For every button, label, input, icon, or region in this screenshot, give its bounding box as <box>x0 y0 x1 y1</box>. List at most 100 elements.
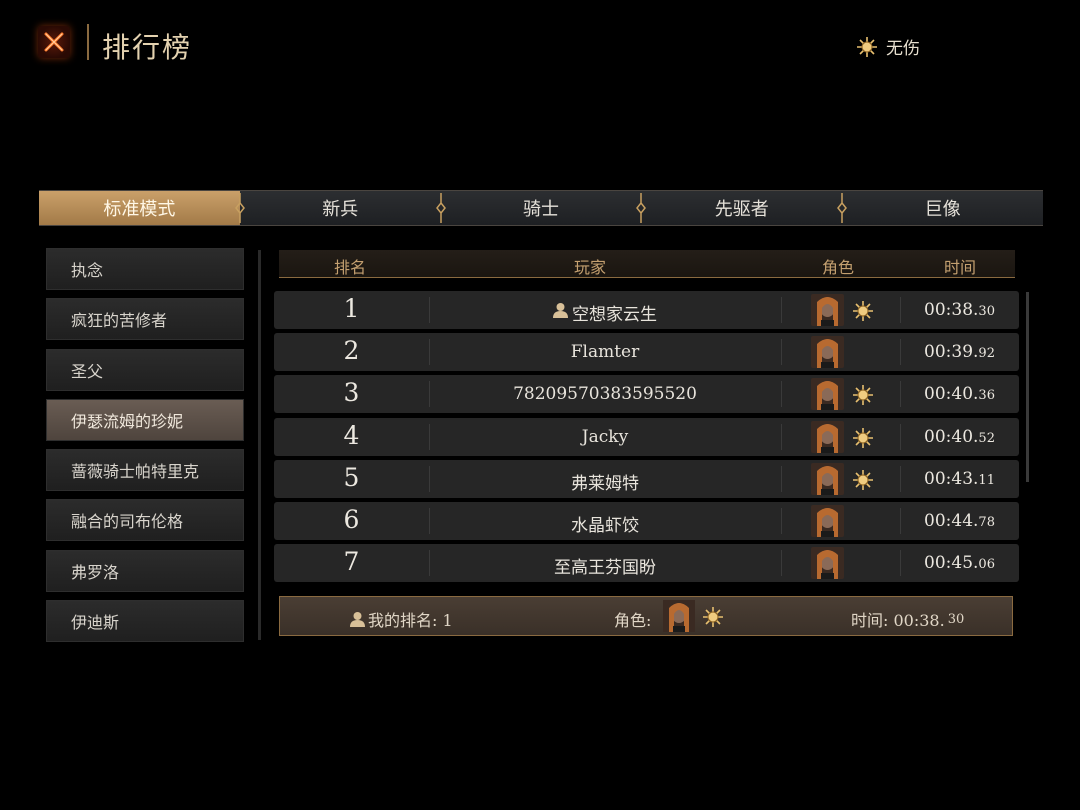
clear-time: 00:39.92 <box>900 342 1019 362</box>
boss-item-label: 蔷薇骑士帕特里克 <box>71 462 200 482</box>
time-ms: 78 <box>978 514 995 530</box>
player-name-cell: Flamter <box>429 342 781 362</box>
time-main: 00:38. <box>924 300 979 320</box>
leaderboard-row[interactable]: 4 Jacky 00:40.52 <box>274 417 1019 456</box>
boss-item-label: 伊瑟流姆的珍妮 <box>71 411 184 431</box>
tab-recruit[interactable]: 新兵 <box>240 191 446 225</box>
boss-item-label: 疯狂的苦修者 <box>71 311 168 331</box>
leaderboard-rows: 1 空想家云生 00:38.30 2 Flamter 00:39.92 3 782095703… <box>274 291 1019 586</box>
no-hit-label: 无伤 <box>886 39 920 59</box>
time-ms: 06 <box>978 557 995 573</box>
boss-item-holy-father[interactable]: 圣父 <box>46 348 244 391</box>
leaderboard-row[interactable]: 6 水晶虾饺 00:44.78 <box>274 501 1019 540</box>
character-portrait <box>811 547 844 580</box>
boss-list-scrollbar[interactable] <box>258 250 261 640</box>
leaderboard-row[interactable]: 7 至高王芬国盼 00:45.06 <box>274 544 1019 583</box>
column-header-rank: 排名 <box>334 258 367 277</box>
boss-item-label: 执念 <box>71 261 104 280</box>
player-name-cell: 弗莱姆特 <box>429 469 781 494</box>
column-header-time: 时间 <box>944 258 977 277</box>
tab-standard-mode[interactable]: 标准模式 <box>39 191 245 225</box>
boss-item-rose-knight-patrick[interactable]: 蔷薇骑士帕特里克 <box>46 449 244 492</box>
player-name-cell: 78209570383595520 <box>429 384 781 404</box>
clear-time: 00:40.36 <box>900 384 1019 404</box>
boss-item-edith[interactable]: 伊迪斯 <box>46 600 244 643</box>
tab-colossus[interactable]: 巨像 <box>842 191 1043 225</box>
tab-separator-ornament <box>234 193 245 223</box>
leaderboard-row[interactable]: 2 Flamter 00:39.92 <box>274 333 1019 372</box>
clear-time: 00:40.52 <box>900 427 1019 447</box>
boss-item-jenny[interactable]: 伊瑟流姆的珍妮 <box>46 398 244 441</box>
tab-separator-ornament <box>837 193 848 223</box>
no-hit-sun-icon <box>852 384 874 410</box>
time-ms: 52 <box>978 430 995 446</box>
boss-item-frollo[interactable]: 弗罗洛 <box>46 549 244 592</box>
player-name: Flamter <box>570 342 640 363</box>
time-ms: 11 <box>978 472 995 488</box>
my-rank: 我的排名: 1 <box>350 607 453 631</box>
boss-item-label: 弗罗洛 <box>71 562 120 582</box>
difficulty-tabs: 标准模式 新兵 骑士 先驱者 巨像 <box>39 190 1043 226</box>
rank-number: 3 <box>343 378 360 408</box>
column-divider <box>781 339 782 366</box>
rank-number: 2 <box>343 336 360 366</box>
no-hit-sun-icon <box>852 300 874 326</box>
character-portrait <box>811 420 844 453</box>
player-name-cell: 空想家云生 <box>429 300 781 325</box>
column-divider <box>781 297 782 323</box>
no-hit-sun-icon <box>703 607 723 627</box>
player-name: 水晶虾饺 <box>571 515 639 536</box>
character-portrait <box>811 294 844 326</box>
leaderboard-row[interactable]: 3 78209570383595520 00:40.36 <box>274 375 1019 414</box>
clear-time: 00:44.78 <box>900 511 1019 531</box>
time-main: 00:40. <box>924 426 979 447</box>
player-name: 78209570383595520 <box>513 384 697 405</box>
person-icon <box>350 612 365 627</box>
time-ms: 36 <box>978 388 995 404</box>
boss-item-mad-ascetic[interactable]: 疯狂的苦修者 <box>46 298 244 341</box>
boss-item-obsession[interactable]: 执念 <box>46 248 244 290</box>
sun-emblem-icon <box>857 36 877 57</box>
leaderboard-row[interactable]: 5 弗莱姆特 00:43.11 <box>274 459 1019 498</box>
character-portrait <box>811 462 844 495</box>
page-title: 排行榜 <box>102 31 193 64</box>
clear-time: 00:43.11 <box>900 469 1019 489</box>
no-hit-sun-icon <box>852 427 874 453</box>
my-time-label: 时间: 00:38. <box>851 611 945 630</box>
player-name-cell: 水晶虾饺 <box>429 511 781 536</box>
tab-vanguard[interactable]: 先驱者 <box>641 191 848 225</box>
column-header-player: 玩家 <box>574 258 607 277</box>
boss-list: 执念 疯狂的苦修者 圣父 伊瑟流姆的珍妮 蔷薇骑士帕特里克 融合的司布伦格 弗罗… <box>46 248 244 650</box>
rank-number: 5 <box>343 462 360 492</box>
tab-separator-ornament <box>636 193 647 223</box>
my-rank-label: 我的排名: 1 <box>368 611 453 630</box>
rank-number: 7 <box>343 547 360 577</box>
tab-label: 先驱者 <box>714 199 769 220</box>
boss-item-label: 融合的司布伦格 <box>71 512 184 532</box>
no-hit-sun-icon <box>852 469 874 495</box>
player-name: Jacky <box>581 426 629 447</box>
tab-knight[interactable]: 骑士 <box>441 191 647 225</box>
character-portrait <box>811 378 844 411</box>
player-name-cell: Jacky <box>429 427 781 447</box>
boss-item-fused-sprenger[interactable]: 融合的司布伦格 <box>46 499 244 542</box>
time-main: 00:43. <box>924 468 979 489</box>
leaderboard-scrollbar[interactable] <box>1026 292 1029 482</box>
rank-number: 4 <box>343 420 360 450</box>
tab-label: 巨像 <box>924 199 961 220</box>
column-divider <box>781 423 782 450</box>
rank-number: 1 <box>343 294 360 323</box>
my-time: 时间: 00:38. 30 <box>851 607 964 631</box>
clear-time: 00:38.30 <box>900 300 1019 320</box>
player-name: 空想家云生 <box>572 305 657 325</box>
time-main: 00:39. <box>924 342 979 363</box>
column-divider <box>781 550 782 577</box>
column-divider <box>781 381 782 408</box>
player-name-cell: 至高王芬国盼 <box>429 553 781 578</box>
clear-time: 00:45.06 <box>900 553 1019 573</box>
close-button[interactable] <box>38 26 70 58</box>
no-hit-indicator: 无伤 <box>856 34 920 59</box>
boss-item-label: 圣父 <box>71 361 104 381</box>
column-divider <box>781 507 782 534</box>
leaderboard-row[interactable]: 1 空想家云生 00:38.30 <box>274 291 1019 329</box>
